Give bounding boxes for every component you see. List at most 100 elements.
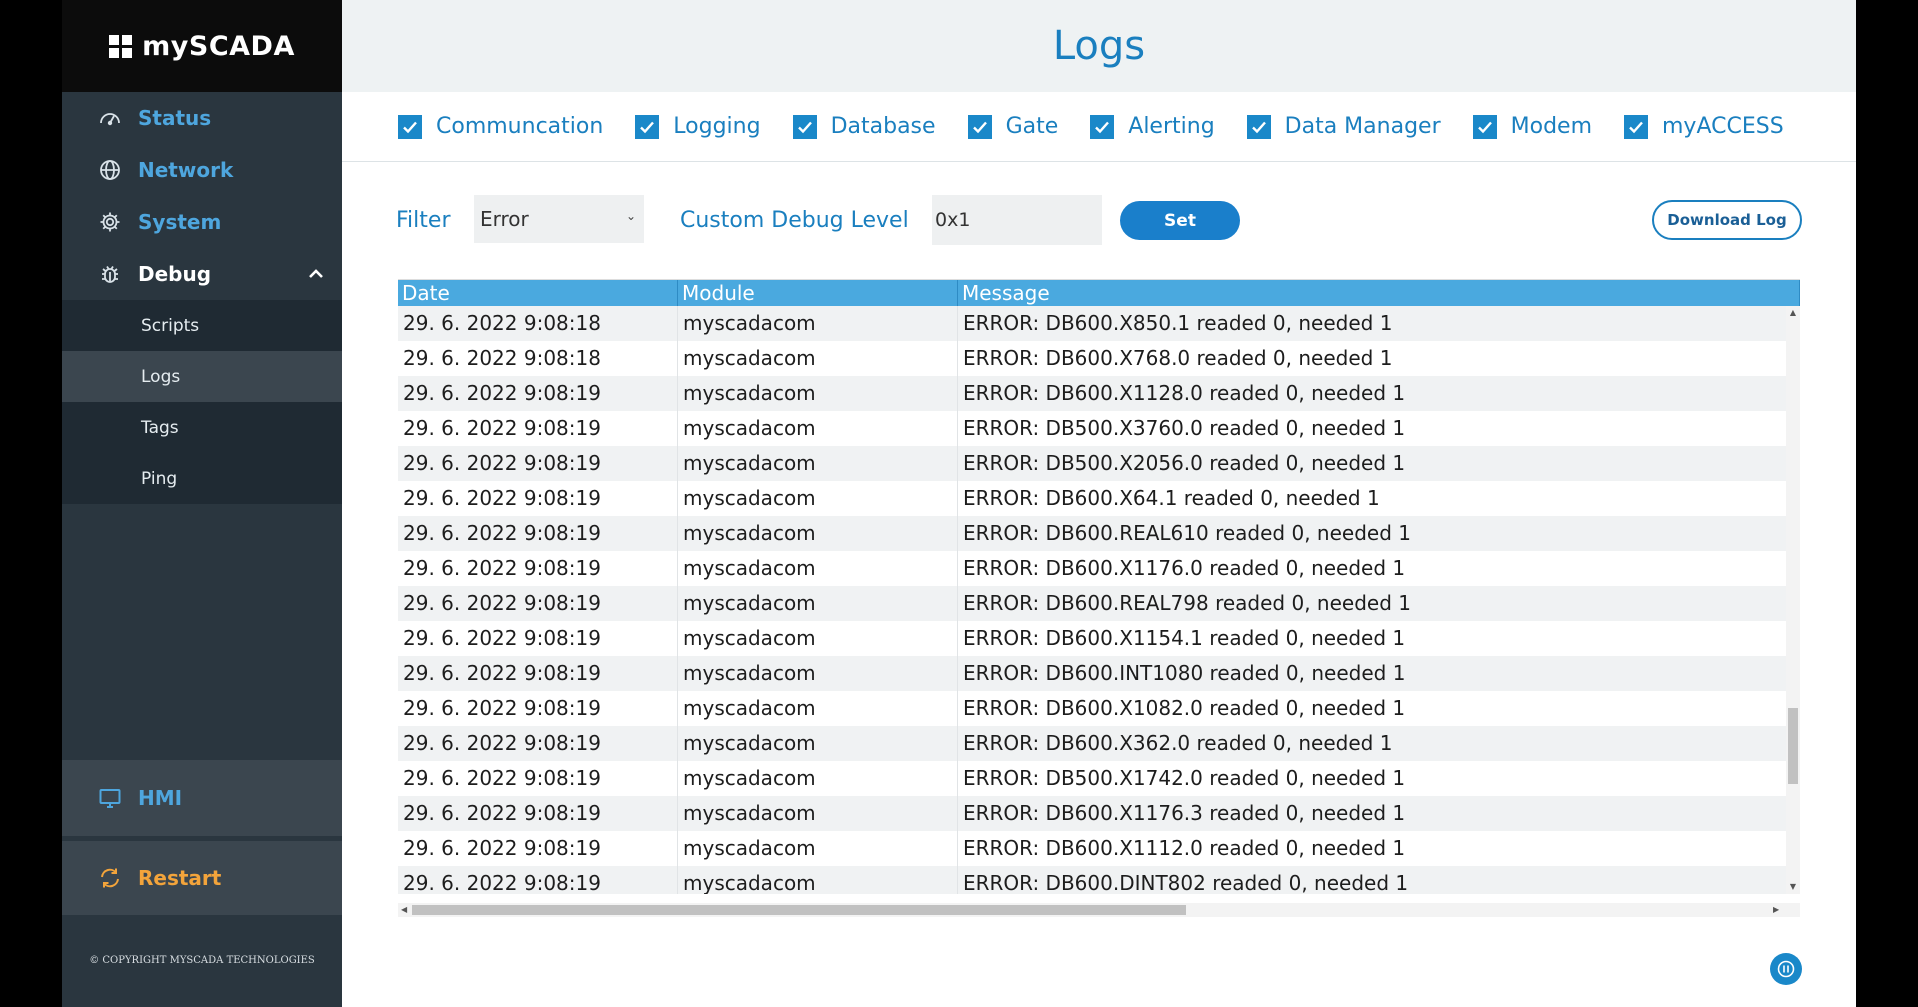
- column-header-date[interactable]: Date: [398, 280, 678, 306]
- gauge-icon: [98, 106, 122, 130]
- module-label: Gate: [1005, 114, 1059, 139]
- table-row[interactable]: 29. 6. 2022 9:08:19 myscadacom ERROR: DB60…: [398, 831, 1800, 866]
- module-checkbox-data-manager[interactable]: Data Manager: [1246, 114, 1441, 139]
- logo-text: mySCADA: [142, 30, 295, 62]
- sidebar-subitem-scripts[interactable]: Scripts: [62, 300, 342, 351]
- table-row[interactable]: 29. 6. 2022 9:08:19 myscadacom ERROR: DB60…: [398, 376, 1800, 411]
- module-checkbox-gate[interactable]: Gate: [967, 114, 1059, 139]
- custom-debug-level-input[interactable]: [932, 195, 1102, 245]
- checkmark-icon[interactable]: [1090, 114, 1115, 139]
- table-row[interactable]: 29. 6. 2022 9:08:19 myscadacom ERROR: DB60…: [398, 656, 1800, 691]
- cell-module: myscadacom: [678, 796, 958, 831]
- pause-button[interactable]: [1770, 953, 1802, 985]
- scroll-down-arrow-icon[interactable]: ▼: [1788, 882, 1798, 892]
- module-label: myACCESS: [1662, 114, 1784, 139]
- scrollbar-thumb[interactable]: [412, 905, 1186, 915]
- hmi-button[interactable]: HMI: [62, 760, 342, 836]
- cell-message: ERROR: DB600.X362.0 readed 0, needed 1: [958, 726, 1800, 761]
- table-row[interactable]: 29. 6. 2022 9:08:19 myscadacom ERROR: DB60…: [398, 551, 1800, 586]
- table-row[interactable]: 29. 6. 2022 9:08:19 myscadacom ERROR: DB60…: [398, 726, 1800, 761]
- checkmark-icon[interactable]: [1624, 114, 1648, 139]
- column-header-message[interactable]: Message: [958, 280, 1800, 306]
- scroll-up-arrow-icon[interactable]: ▲: [1788, 308, 1798, 318]
- table-row[interactable]: 29. 6. 2022 9:08:19 myscadacom ERROR: DB50…: [398, 761, 1800, 796]
- horizontal-scrollbar[interactable]: ◀ ▶: [398, 903, 1800, 917]
- module-checkbox-alerting[interactable]: Alerting: [1090, 114, 1215, 139]
- sidebar-item-network[interactable]: Network: [62, 144, 342, 196]
- sidebar-item-status[interactable]: Status: [62, 92, 342, 144]
- cell-date: 29. 6. 2022 9:08:19: [398, 586, 678, 621]
- sidebar-item-label: Status: [138, 106, 212, 130]
- table-row[interactable]: 29. 6. 2022 9:08:19 myscadacom ERROR: DB60…: [398, 866, 1800, 894]
- sidebar-subitem-label: Tags: [141, 417, 179, 438]
- cell-module: myscadacom: [678, 621, 958, 656]
- logo: mySCADA: [62, 0, 342, 92]
- module-checkbox-communcation[interactable]: Communcation: [398, 114, 603, 139]
- table-row[interactable]: 29. 6. 2022 9:08:18 myscadacom ERROR: DB60…: [398, 306, 1800, 341]
- scroll-left-arrow-icon[interactable]: ◀: [401, 903, 407, 917]
- table-row[interactable]: 29. 6. 2022 9:08:19 myscadacom ERROR: DB60…: [398, 621, 1800, 656]
- cell-module: myscadacom: [678, 306, 958, 341]
- table-row[interactable]: 29. 6. 2022 9:08:19 myscadacom ERROR: DB60…: [398, 481, 1800, 516]
- table-body: 29. 6. 2022 9:08:18 myscadacom ERROR: DB60…: [398, 306, 1800, 894]
- sidebar-subitem-logs[interactable]: Logs: [62, 351, 342, 402]
- column-header-module[interactable]: Module: [678, 280, 958, 306]
- vertical-scrollbar[interactable]: ▲ ▼: [1786, 306, 1800, 894]
- checkmark-icon[interactable]: [792, 114, 817, 139]
- scrollbar-thumb[interactable]: [1788, 708, 1798, 784]
- cell-message: ERROR: DB600.REAL798 readed 0, needed 1: [958, 586, 1800, 621]
- cell-date: 29. 6. 2022 9:08:19: [398, 551, 678, 586]
- checkmark-icon[interactable]: [1472, 114, 1497, 139]
- cell-date: 29. 6. 2022 9:08:19: [398, 866, 678, 894]
- checkmark-icon[interactable]: [1246, 114, 1271, 139]
- custom-debug-level-label: Custom Debug Level: [680, 208, 909, 233]
- sidebar-subitem-label: Scripts: [141, 315, 200, 336]
- globe-icon: [98, 158, 122, 182]
- chevron-up-icon[interactable]: [306, 264, 326, 284]
- download-log-button[interactable]: Download Log: [1652, 200, 1802, 240]
- cell-message: ERROR: DB600.REAL610 readed 0, needed 1: [958, 516, 1800, 551]
- table-row[interactable]: 29. 6. 2022 9:08:18 myscadacom ERROR: DB60…: [398, 341, 1800, 376]
- main-content: Logs Communcation Logging Database Gate …: [342, 0, 1856, 1007]
- cell-date: 29. 6. 2022 9:08:19: [398, 656, 678, 691]
- table-row[interactable]: 29. 6. 2022 9:08:19 myscadacom ERROR: DB60…: [398, 796, 1800, 831]
- cell-message: ERROR: DB600.DINT802 readed 0, needed 1: [958, 866, 1800, 894]
- cell-date: 29. 6. 2022 9:08:19: [398, 621, 678, 656]
- cell-date: 29. 6. 2022 9:08:19: [398, 761, 678, 796]
- filter-select[interactable]: Error ⌄: [474, 195, 644, 243]
- sidebar-subitem-tags[interactable]: Tags: [62, 402, 342, 453]
- page-title: Logs: [1052, 23, 1146, 69]
- cell-module: myscadacom: [678, 551, 958, 586]
- scroll-right-arrow-icon[interactable]: ▶: [1773, 903, 1779, 917]
- checkmark-icon[interactable]: [398, 114, 422, 139]
- sidebar-item-system[interactable]: System: [62, 196, 342, 248]
- sidebar-subitem-ping[interactable]: Ping: [62, 453, 342, 504]
- sidebar-item-debug[interactable]: Debug: [62, 248, 342, 300]
- checkmark-icon[interactable]: [635, 114, 660, 139]
- table-row[interactable]: 29. 6. 2022 9:08:19 myscadacom ERROR: DB50…: [398, 446, 1800, 481]
- table-row[interactable]: 29. 6. 2022 9:08:19 myscadacom ERROR: DB60…: [398, 516, 1800, 551]
- restart-button[interactable]: Restart: [62, 841, 342, 915]
- cell-module: myscadacom: [678, 481, 958, 516]
- cell-message: ERROR: DB600.X1082.0 readed 0, needed 1: [958, 691, 1800, 726]
- module-checkbox-logging[interactable]: Logging: [635, 114, 761, 139]
- debug-submenu: Scripts Logs Tags Ping: [62, 300, 342, 504]
- module-checkbox-modem[interactable]: Modem: [1472, 114, 1592, 139]
- module-label: Alerting: [1128, 114, 1215, 139]
- checkmark-icon[interactable]: [967, 114, 992, 139]
- cell-date: 29. 6. 2022 9:08:19: [398, 376, 678, 411]
- set-button[interactable]: Set: [1120, 201, 1240, 240]
- table-row[interactable]: 29. 6. 2022 9:08:19 myscadacom ERROR: DB60…: [398, 586, 1800, 621]
- cell-date: 29. 6. 2022 9:08:19: [398, 726, 678, 761]
- logo-grid-icon: [109, 34, 133, 58]
- table-row[interactable]: 29. 6. 2022 9:08:19 myscadacom ERROR: DB50…: [398, 411, 1800, 446]
- pause-icon: [1777, 960, 1795, 978]
- cell-message: ERROR: DB600.INT1080 readed 0, needed 1: [958, 656, 1800, 691]
- cell-module: myscadacom: [678, 866, 958, 894]
- module-checkbox-database[interactable]: Database: [792, 114, 936, 139]
- cell-message: ERROR: DB600.X1176.3 readed 0, needed 1: [958, 796, 1800, 831]
- cell-date: 29. 6. 2022 9:08:19: [398, 446, 678, 481]
- module-checkbox-myaccess[interactable]: myACCESS: [1624, 114, 1784, 139]
- table-row[interactable]: 29. 6. 2022 9:08:19 myscadacom ERROR: DB60…: [398, 691, 1800, 726]
- cell-module: myscadacom: [678, 726, 958, 761]
